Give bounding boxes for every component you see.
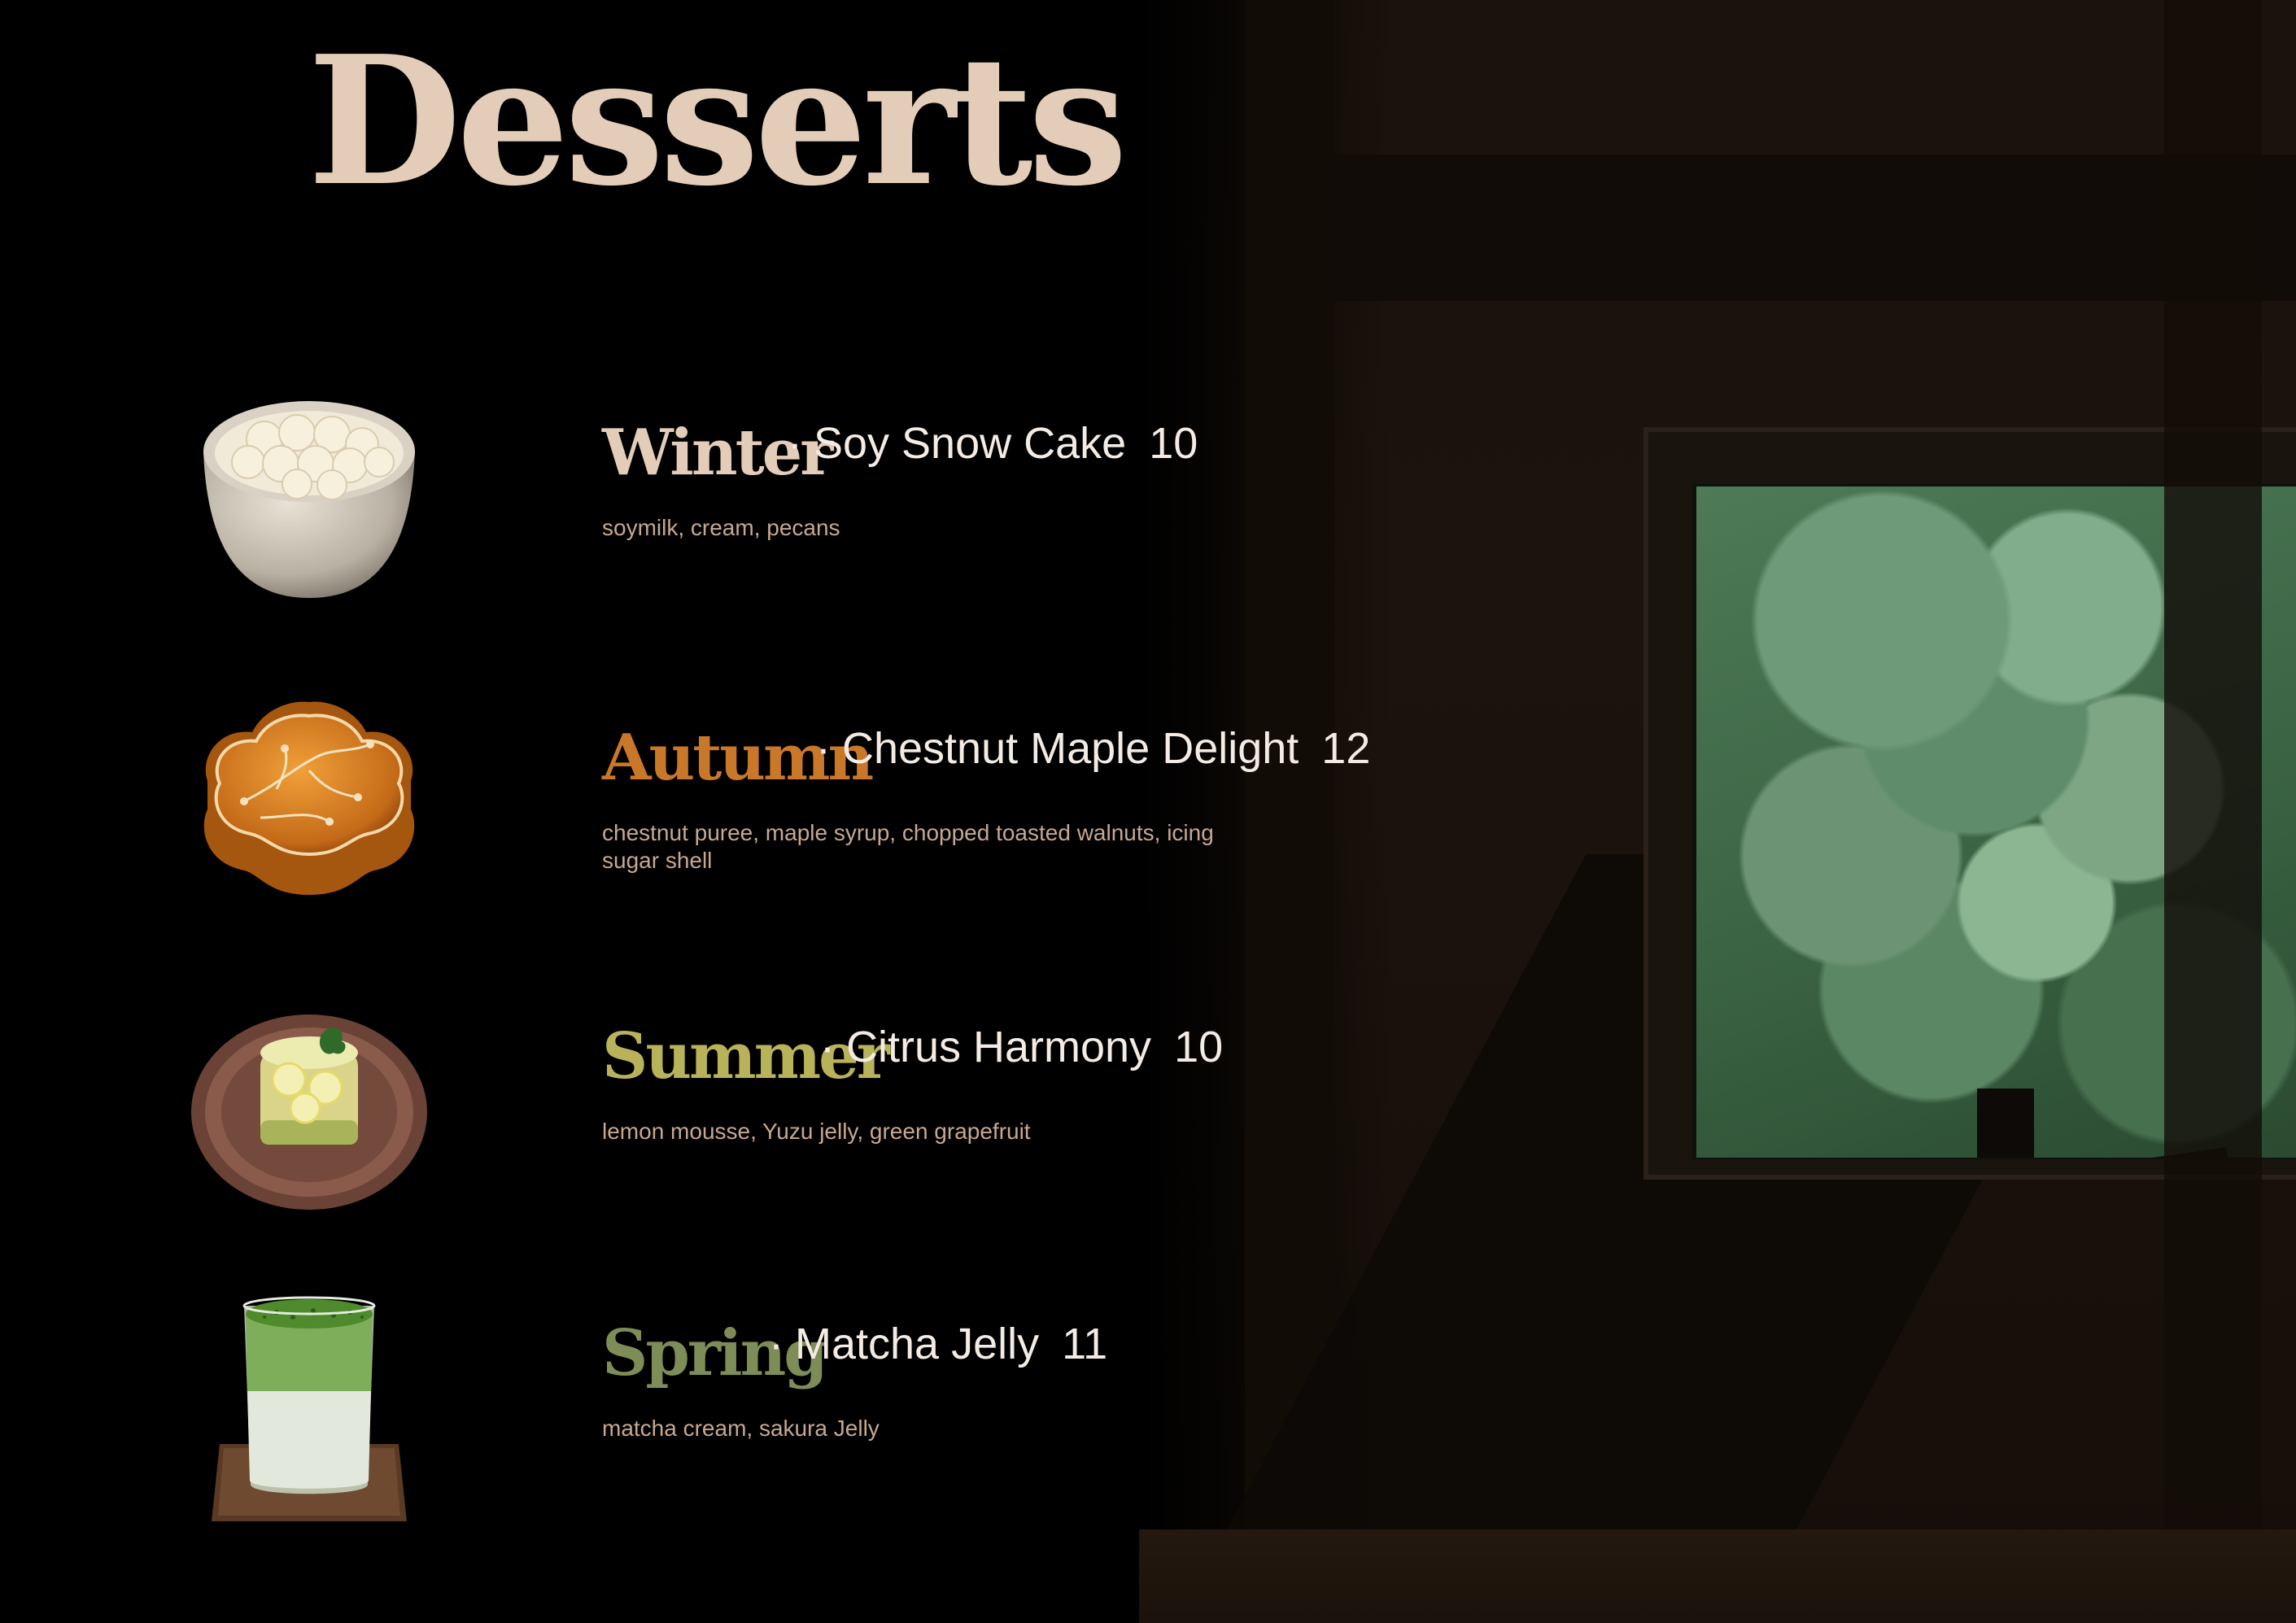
separator: · bbox=[816, 724, 831, 773]
menu-item-winter: Winter · Soy Snow Cake 10 soymilk, cream, … bbox=[0, 374, 1464, 618]
wood-pillar-right bbox=[2164, 0, 2262, 1623]
chestnut-cake-image bbox=[203, 701, 415, 895]
dish-description: matcha cream, sakura Jelly bbox=[602, 1416, 880, 1441]
dish-name-line: · Matcha Jelly 11 bbox=[769, 1322, 1107, 1366]
matcha-jelly-image bbox=[212, 1296, 407, 1521]
dish-description: lemon mousse, Yuzu jelly, green grapefru… bbox=[602, 1119, 1031, 1144]
menu-item-spring: Spring · Matcha Jelly 11 matcha cream, sak… bbox=[0, 1289, 1464, 1534]
dish-name: Matcha Jelly bbox=[794, 1320, 1040, 1368]
separator: · bbox=[820, 1023, 835, 1071]
dish-price: 10 bbox=[1149, 419, 1198, 468]
dish-name-line: · Citrus Harmony 10 bbox=[820, 1025, 1223, 1069]
dish-name: Chestnut Maple Delight bbox=[841, 724, 1299, 773]
dish-description: soymilk, cream, pecans bbox=[602, 515, 840, 540]
dish-name: Citrus Harmony bbox=[845, 1023, 1152, 1071]
dish-description: chestnut puree, maple syrup, chopped toa… bbox=[602, 820, 1214, 873]
dish-name-line: · Soy Snow Cake 10 bbox=[788, 421, 1198, 465]
dish-name-line: · Chestnut Maple Delight 12 bbox=[816, 726, 1370, 770]
floor bbox=[1139, 1529, 2296, 1623]
menu-item-autumn: Autumn · Chestnut Maple Delight 12 chestnu… bbox=[0, 679, 1464, 923]
dish-price: 10 bbox=[1174, 1023, 1224, 1071]
page-title: Desserts bbox=[308, 17, 1128, 225]
dish-price: 11 bbox=[1062, 1320, 1108, 1368]
separator: · bbox=[769, 1320, 784, 1368]
dish-name: Soy Snow Cake bbox=[813, 419, 1127, 468]
separator: · bbox=[788, 419, 802, 468]
citrus-mousse-image bbox=[191, 1014, 427, 1210]
snow-cake-image bbox=[203, 401, 415, 598]
dish-price: 12 bbox=[1321, 724, 1371, 773]
stair-post bbox=[1977, 1089, 2034, 1158]
wood-beam bbox=[1334, 155, 2296, 301]
menu-item-summer: Summer · Citrus Harmony 10 lemon mousse, Y… bbox=[0, 994, 1464, 1238]
